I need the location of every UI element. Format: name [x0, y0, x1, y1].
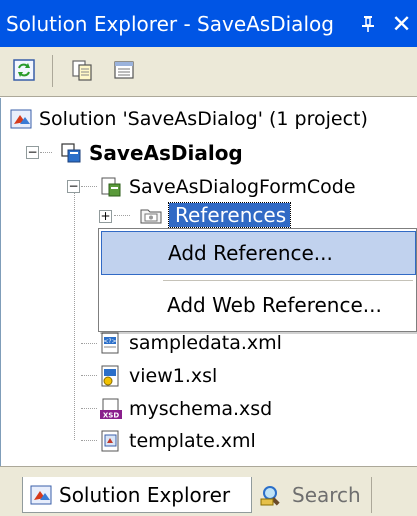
- tree-line: [81, 186, 97, 187]
- tree-line: [74, 188, 75, 440]
- pin-icon: [362, 15, 374, 32]
- tree-line: [81, 375, 97, 376]
- tree-line: [81, 343, 97, 344]
- tree-item-references[interactable]: References: [139, 198, 292, 232]
- menu-separator: [163, 280, 413, 281]
- svg-text:<?>: <?>: [103, 338, 116, 345]
- toolbar-separator: [52, 55, 53, 87]
- project-label: SaveAsDialog: [89, 141, 243, 165]
- add-reference-menu-item[interactable]: Add Reference...: [101, 231, 416, 275]
- references-folder-icon: [140, 209, 162, 224]
- tab-search[interactable]: Search: [254, 477, 372, 513]
- project-file-icon: [101, 177, 121, 197]
- bottom-tab-strip: Solution Explorer Search: [0, 466, 417, 516]
- refresh-icon: [13, 59, 35, 81]
- file-label: template.xml: [129, 430, 256, 452]
- tab-label: Solution Explorer: [59, 482, 231, 507]
- tree-item-file[interactable]: XSD myschema.xsd: [99, 392, 272, 426]
- search-icon: [260, 486, 280, 506]
- show-all-files-button[interactable]: [68, 56, 96, 84]
- tree-line: [81, 408, 97, 409]
- file-label: sampledata.xml: [129, 332, 282, 354]
- tree-line: [40, 152, 52, 153]
- tree-item-file[interactable]: template.xml: [99, 424, 256, 458]
- tab-solution-explorer[interactable]: Solution Explorer: [22, 477, 252, 513]
- solution-icon: [30, 485, 52, 504]
- tree-item-file[interactable]: view1.xsl: [99, 359, 217, 393]
- formcode-expander[interactable]: −: [67, 180, 80, 193]
- tree-line: [114, 215, 130, 216]
- add-web-reference-menu-item[interactable]: Add Web Reference...: [101, 283, 416, 327]
- file-label: view1.xsl: [129, 365, 218, 387]
- close-button[interactable]: ✕: [386, 0, 417, 47]
- xml-template-icon: [101, 430, 119, 452]
- solution-explorer-window: Solution Explorer - SaveAsDialog ✕ Solut…: [0, 0, 417, 516]
- xsl-file-icon: [101, 365, 119, 387]
- tree-item-project[interactable]: SaveAsDialog: [59, 136, 243, 170]
- solution-icon: [10, 109, 32, 129]
- tree-item-solution[interactable]: Solution 'SaveAsDialog' (1 project): [9, 102, 368, 136]
- svg-text:XSD: XSD: [103, 412, 119, 420]
- menu-item-label: Add Reference...: [168, 241, 333, 265]
- xml-file-icon: <?>: [101, 332, 119, 354]
- properties-button[interactable]: [110, 56, 138, 84]
- project-expander[interactable]: −: [26, 146, 39, 159]
- title-bar[interactable]: Solution Explorer - SaveAsDialog ✕: [0, 0, 417, 47]
- references-expander[interactable]: +: [99, 210, 112, 223]
- properties-icon: [114, 61, 134, 79]
- copy-icon: [72, 60, 92, 81]
- pin-button[interactable]: [353, 0, 383, 47]
- tree-line: [81, 440, 97, 441]
- window-title: Solution Explorer - SaveAsDialog: [6, 11, 334, 36]
- form-code-label: SaveAsDialogFormCode: [129, 176, 356, 198]
- menu-item-label: Add Web Reference...: [167, 293, 382, 317]
- xsd-file-icon: XSD: [100, 398, 122, 420]
- file-label: myschema.xsd: [129, 398, 273, 420]
- toolbar: [0, 47, 417, 97]
- refresh-button[interactable]: [10, 56, 38, 84]
- solution-label: Solution 'SaveAsDialog' (1 project): [39, 108, 368, 130]
- project-icon: [61, 143, 81, 163]
- references-label: References: [167, 202, 292, 228]
- context-menu: Add Reference... Add Web Reference...: [98, 228, 417, 332]
- close-icon: ✕: [391, 9, 412, 38]
- tab-label: Search: [292, 483, 361, 507]
